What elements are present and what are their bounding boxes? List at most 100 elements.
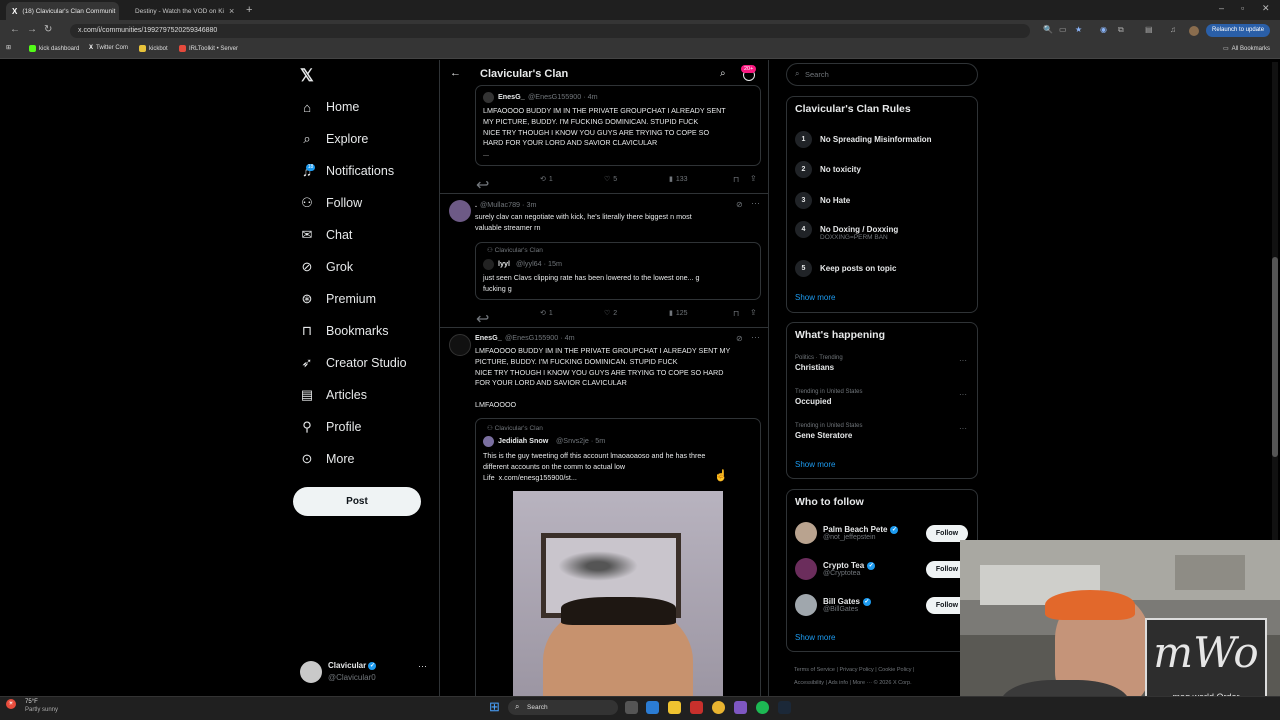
trends-show-more[interactable]: Show more: [795, 460, 835, 469]
reply-icon[interactable]: ↩: [476, 309, 489, 329]
zoom-icon[interactable]: 🔍: [1043, 25, 1053, 34]
nav-item-more[interactable]: ⊙ More: [300, 451, 355, 466]
rule-item[interactable]: 1 No Spreading Misinformation: [795, 131, 932, 148]
rule-item[interactable]: 4 No Doxing / Doxxing DOXXING=PERM BAN: [795, 221, 898, 241]
bookmark-twitter-com[interactable]: X Twitter Com: [89, 45, 128, 51]
follow-suggestion[interactable]: Bill Gates ✓ @BillGates: [795, 594, 871, 616]
grok-icon[interactable]: ⊘: [736, 200, 743, 209]
window-close-icon[interactable]: ✕: [1262, 3, 1270, 14]
nav-item-grok[interactable]: ⊘ Grok: [300, 259, 354, 274]
relaunch-button[interactable]: Relaunch to update: [1206, 24, 1271, 37]
trend-more-icon[interactable]: ···: [959, 390, 967, 399]
minimize-icon[interactable]: –: [1219, 3, 1224, 13]
search-input[interactable]: ⌕ Search: [786, 63, 978, 86]
follow-suggestion[interactable]: Palm Beach Pete ✓ @not_jeffepstein: [795, 522, 899, 544]
nav-item-premium[interactable]: ⊛ Premium: [300, 291, 376, 306]
forward-icon[interactable]: →: [27, 24, 37, 35]
like-button[interactable]: ♡ 5: [604, 175, 617, 184]
post-author[interactable]: .: [475, 200, 477, 211]
like-button[interactable]: ♡ 2: [604, 309, 617, 318]
quote-author[interactable]: lyyl: [498, 259, 510, 270]
explorer-icon[interactable]: [668, 701, 681, 714]
scrollbar-thumb[interactable]: [1272, 257, 1278, 457]
bookmark-icon[interactable]: ⊓: [733, 309, 739, 318]
reload-icon[interactable]: ↻: [44, 24, 52, 35]
nav-item-chat[interactable]: ✉ Chat: [300, 227, 353, 242]
share-icon[interactable]: ⇪: [750, 308, 757, 317]
start-icon[interactable]: ⊞: [489, 700, 503, 714]
puzzle-icon[interactable]: ⧉: [1118, 25, 1124, 35]
back-arrow-icon[interactable]: ←: [450, 67, 461, 79]
back-icon[interactable]: ←: [10, 24, 20, 35]
post-more-icon[interactable]: ···: [751, 198, 760, 208]
star-icon[interactable]: ★: [1075, 25, 1082, 34]
footer-ads[interactable]: Ads info: [828, 680, 848, 686]
tab-destiny[interactable]: Destiny - Watch the VOD on Ki ×: [124, 2, 239, 20]
nav-item-follow[interactable]: ⚇ Follow: [300, 195, 362, 210]
bookmark-kick-dashboard[interactable]: kick dashboard: [29, 45, 79, 52]
rule-item[interactable]: 2 No toxicity: [795, 161, 861, 178]
obs-icon[interactable]: [734, 701, 747, 714]
new-tab-icon[interactable]: +: [246, 4, 252, 16]
views-button[interactable]: ▮ 125: [669, 309, 688, 318]
retweet-button[interactable]: ⟲ 1: [540, 309, 553, 318]
nav-item-articles[interactable]: ▤ Articles: [300, 387, 367, 402]
trend-more-icon[interactable]: ···: [959, 424, 967, 433]
footer-more[interactable]: More ···: [853, 680, 873, 686]
edge-icon[interactable]: [646, 701, 659, 714]
post-button[interactable]: Post: [293, 487, 421, 516]
grok-icon[interactable]: ⊘: [736, 334, 743, 343]
rule-item[interactable]: 3 No Hate: [795, 192, 850, 209]
footer-privacy[interactable]: Privacy Policy: [839, 667, 873, 673]
trend-item[interactable]: Trending in United States Gene Steratore: [795, 423, 862, 440]
nav-item-profile[interactable]: ⚲ Profile: [300, 419, 361, 434]
quote-author[interactable]: EnesG_: [498, 92, 525, 103]
trend-item[interactable]: Politics · Trending Christians: [795, 355, 843, 372]
search-icon[interactable]: ⌕: [720, 68, 726, 79]
post-avatar[interactable]: [449, 334, 471, 356]
sidepanel-icon[interactable]: ▤: [1145, 25, 1153, 34]
rule-item[interactable]: 5 Keep posts on topic: [795, 260, 896, 277]
retweet-button[interactable]: ⟲ 1: [540, 175, 553, 184]
taskbar-search[interactable]: ⌕ Search: [508, 700, 618, 715]
tab-clavicular-clan[interactable]: X(18) Clavicular's Clan Communit×: [6, 2, 119, 20]
maximize-icon[interactable]: ▫: [1241, 3, 1244, 13]
footer-accessibility[interactable]: Accessibility: [794, 680, 824, 686]
weather-icon[interactable]: ☀: [6, 699, 16, 709]
follow-show-more[interactable]: Show more: [795, 633, 835, 642]
spotify-icon[interactable]: [756, 701, 769, 714]
extension-icon[interactable]: ◉: [1100, 25, 1107, 34]
bookmark-icon[interactable]: ⊓: [733, 175, 739, 184]
trend-more-icon[interactable]: ···: [959, 356, 967, 365]
app-icon[interactable]: [690, 701, 703, 714]
account-switcher[interactable]: Clavicular ✓ @Clavicular0 ···: [298, 658, 436, 688]
post-avatar[interactable]: [449, 200, 471, 222]
rules-show-more[interactable]: Show more: [795, 293, 835, 302]
bookmark-kickbot[interactable]: kickbot: [139, 45, 168, 52]
url-input[interactable]: x.com/i/communities/1992797520259346880: [70, 24, 1030, 38]
follow-suggestion[interactable]: Crypto Tea ✓ @Cryptotea: [795, 558, 876, 580]
nav-item-bookmarks[interactable]: ⊓ Bookmarks: [300, 323, 389, 338]
nav-item-home[interactable]: ⌂ Home: [300, 100, 359, 115]
trend-item[interactable]: Trending in United States Occupied: [795, 389, 862, 406]
post-author[interactable]: EnesG_: [475, 333, 502, 344]
profile-avatar[interactable]: [1189, 26, 1199, 36]
all-bookmarks[interactable]: ▭ All Bookmarks: [1223, 45, 1270, 53]
post-more-icon[interactable]: ···: [751, 332, 760, 342]
steam-icon[interactable]: [778, 701, 791, 714]
bookmark-irltoolkit[interactable]: IRLToolkit • Server: [179, 45, 238, 52]
quote-image[interactable]: [513, 491, 723, 696]
media-icon[interactable]: ♫: [1170, 25, 1176, 34]
reply-icon[interactable]: ↩: [476, 175, 489, 195]
cast-icon[interactable]: ▭: [1059, 25, 1067, 34]
share-icon[interactable]: ⇪: [750, 174, 757, 183]
taskview-icon[interactable]: [625, 701, 638, 714]
apps-icon[interactable]: ⊞: [6, 44, 11, 51]
quote-author[interactable]: Jedidiah Snow: [498, 436, 548, 447]
footer-cookie[interactable]: Cookie Policy: [878, 667, 911, 673]
views-button[interactable]: ▮ 133: [669, 175, 688, 184]
nav-item-explore[interactable]: ⌕ Explore: [300, 131, 368, 146]
account-more-icon[interactable]: ···: [418, 661, 427, 671]
x-logo-icon[interactable]: 𝕏: [300, 66, 314, 86]
chrome-icon[interactable]: [712, 701, 725, 714]
